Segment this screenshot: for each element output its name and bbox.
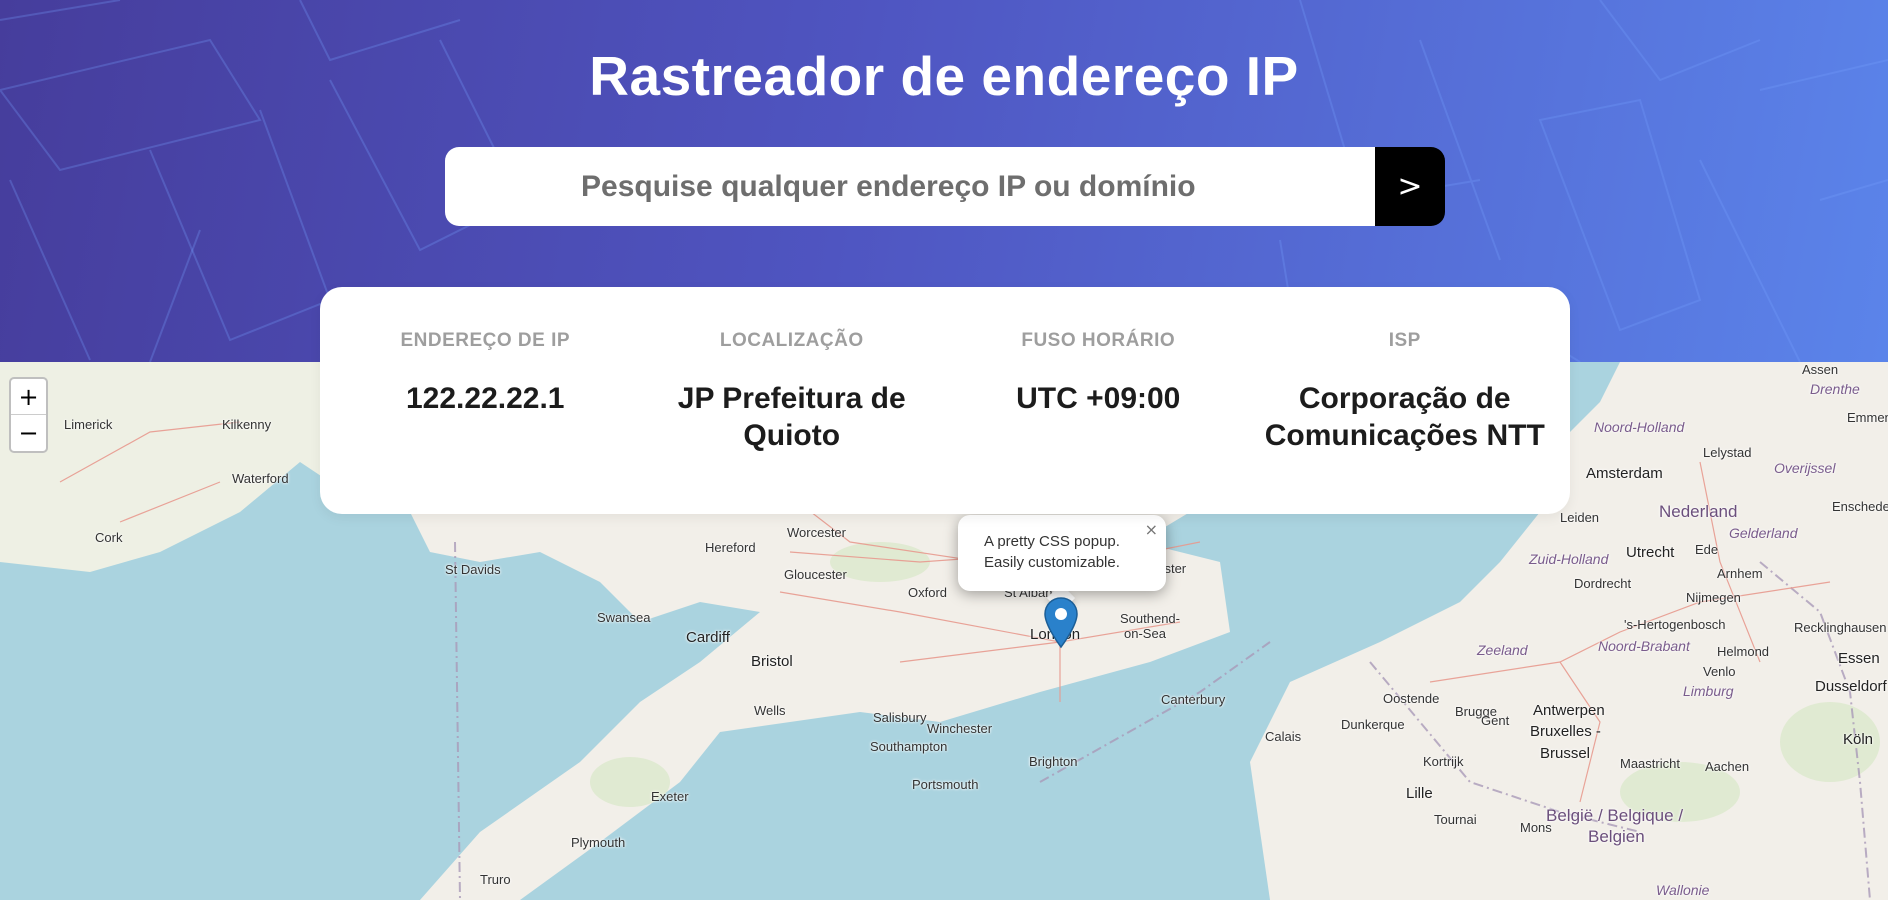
- map-label-zuid-holland: Zuid-Holland: [1529, 551, 1609, 567]
- zoom-in-button[interactable]: +: [11, 379, 46, 415]
- map-label-overijssel: Overijssel: [1774, 460, 1836, 476]
- map-label-worcester: Worcester: [787, 525, 846, 540]
- map-label-salisbury: Salisbury: [873, 710, 927, 725]
- map-label-essen: Essen: [1838, 650, 1880, 667]
- map-label-gloucester: Gloucester: [784, 567, 847, 582]
- info-location-value: JP Prefeitura de Quioto: [677, 382, 906, 452]
- map-label-ede: Ede: [1695, 542, 1719, 557]
- zoom-out-button[interactable]: −: [11, 415, 46, 451]
- map-label-wells: Wells: [754, 703, 786, 718]
- map-label-exeter: Exeter: [651, 789, 689, 804]
- map-label-limerick: Limerick: [64, 417, 113, 432]
- map-label-arnhem: Arnhem: [1717, 566, 1763, 581]
- map-label-noord-brabant: Noord-Brabant: [1598, 638, 1690, 654]
- map-label-emmen: Emmen: [1847, 410, 1888, 425]
- search-submit-button[interactable]: >: [1375, 147, 1445, 226]
- map-label-brighton: Brighton: [1029, 754, 1078, 769]
- zoom-control: + −: [9, 377, 48, 453]
- map-label-oxford: Oxford: [908, 585, 948, 600]
- map-label-recklinghausen: Recklinghausen: [1794, 620, 1887, 635]
- map-label-koln: Köln: [1843, 731, 1874, 748]
- search-input[interactable]: [445, 147, 1375, 226]
- popup-text-line1: A pretty CSS popup.: [984, 533, 1120, 550]
- map-label-st-davids: St Davids: [445, 562, 501, 577]
- info-isp-value: Corporação de Comunicações NTT: [1264, 382, 1545, 452]
- map-label-gelderland: Gelderland: [1729, 525, 1798, 541]
- map-label-antwerpen: Antwerpen: [1533, 702, 1605, 719]
- map-label-noord-holland: Noord-Holland: [1594, 419, 1685, 435]
- info-timezone-value: UTC +09:00: [1016, 382, 1181, 415]
- map-label-gent: Gent: [1481, 713, 1510, 728]
- map-label-swansea: Swansea: [597, 610, 651, 625]
- map-label-southampton: Southampton: [870, 739, 948, 754]
- map-label-helmond: Helmond: [1717, 644, 1770, 659]
- map-label-southend: Southend-: [1120, 611, 1180, 626]
- map-label-drenthe: Drenthe: [1810, 381, 1860, 397]
- map-label-on-sea: on-Sea: [1124, 626, 1166, 641]
- info-card: ENDEREÇO DE IP 122.22.22.1 LOCALIZAÇÃO J…: [320, 287, 1570, 514]
- map-label-brussel: Brussel: [1540, 745, 1591, 762]
- map-label-bruxelles: Bruxelles -: [1530, 723, 1601, 740]
- map-label-dusseldorf: Dusseldorf: [1815, 678, 1887, 695]
- info-ip-label: ENDEREÇO DE IP: [400, 330, 571, 351]
- map-label-belgie: België / Belgique /: [1546, 806, 1684, 825]
- page-title: Rastreador de endereço IP: [589, 45, 1299, 107]
- map-label-kortrijk: Kortrijk: [1423, 754, 1464, 769]
- info-ip: ENDEREÇO DE IP 122.22.22.1: [332, 287, 639, 514]
- map-label-canterbury: Canterbury: [1161, 692, 1226, 707]
- map-label-belgien: Belgien: [1588, 827, 1645, 846]
- map-label-kilkenny: Kilkenny: [222, 417, 272, 432]
- map-label-limburg: Limburg: [1683, 683, 1734, 699]
- search-bar: >: [445, 147, 1445, 226]
- map-label-tournai: Tournai: [1434, 812, 1477, 827]
- map-label-nederland: Nederland: [1659, 502, 1738, 521]
- map-label-cork: Cork: [95, 530, 123, 545]
- map-label-nijmegen: Nijmegen: [1686, 590, 1741, 605]
- map-label-dunkerque: Dunkerque: [1341, 717, 1405, 732]
- map-label-wallonie: Wallonie: [1656, 882, 1710, 898]
- info-timezone-label: FUSO HORÁRIO: [1021, 330, 1176, 351]
- info-timezone: FUSO HORÁRIO UTC +09:00: [945, 287, 1252, 514]
- map-label-portsmouth: Portsmouth: [912, 777, 979, 792]
- map-label-lille: Lille: [1406, 785, 1433, 802]
- map-label-lelystad: Lelystad: [1703, 445, 1752, 460]
- map-label-hereford: Hereford: [705, 540, 756, 555]
- map-popup: A pretty CSS popup. Easily customizable.…: [958, 515, 1166, 591]
- info-isp-label: ISP: [1388, 330, 1421, 351]
- popup-close-button[interactable]: ×: [1145, 519, 1158, 540]
- info-ip-value: 122.22.22.1: [406, 382, 565, 415]
- map-label-zeeland: Zeeland: [1477, 642, 1528, 658]
- popup-text-line2: Easily customizable.: [984, 554, 1120, 571]
- map-label-plymouth: Plymouth: [571, 835, 626, 850]
- map-label-assen: Assen: [1802, 362, 1839, 377]
- map-label-leiden: Leiden: [1560, 510, 1600, 525]
- map-label-venlo: Venlo: [1703, 664, 1736, 679]
- location-marker-icon[interactable]: [1044, 597, 1078, 649]
- map-label-bristol: Bristol: [751, 653, 793, 670]
- map-label-enschede: Enschede: [1832, 499, 1888, 514]
- info-isp: ISP Corporação de Comunicações NTT: [1252, 287, 1559, 514]
- map-label-amsterdam: Amsterdam: [1586, 465, 1663, 482]
- map-label-utrecht: Utrecht: [1626, 544, 1675, 561]
- map-label-dordrecht: Dordrecht: [1574, 576, 1632, 591]
- map-label-aachen: Aachen: [1705, 759, 1750, 774]
- map-label-waterford: Waterford: [232, 471, 289, 486]
- info-location-label: LOCALIZAÇÃO: [719, 330, 864, 351]
- map-label-calais: Calais: [1265, 729, 1302, 744]
- map-label-cardiff: Cardiff: [686, 629, 730, 646]
- map-label-hertogenbosch: 's-Hertogenbosch: [1624, 617, 1726, 632]
- map-label-winchester: Winchester: [927, 721, 993, 736]
- map-label-oostende: Oostende: [1383, 691, 1440, 706]
- map-label-truro: Truro: [480, 872, 511, 887]
- map-label-maastricht: Maastricht: [1620, 756, 1680, 771]
- info-location: LOCALIZAÇÃO JP Prefeitura de Quioto: [639, 287, 946, 514]
